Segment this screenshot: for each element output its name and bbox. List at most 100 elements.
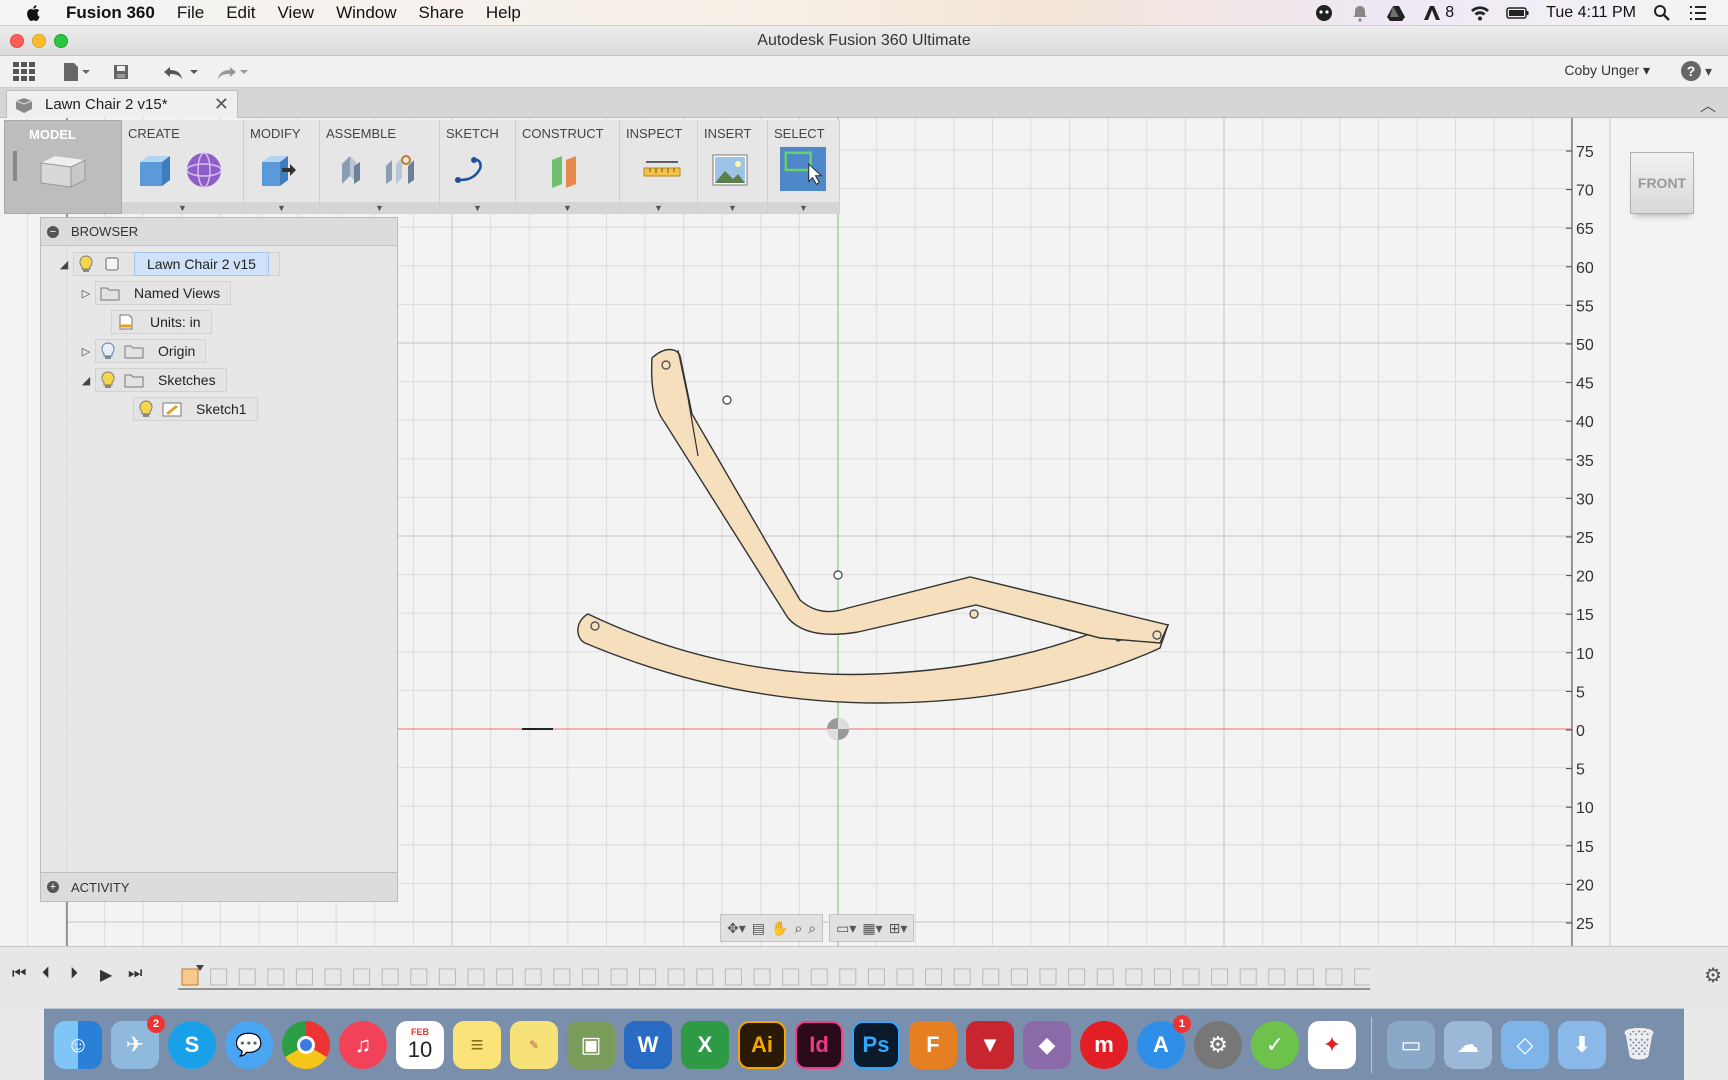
- tree-row-sketch1[interactable]: Sketch1: [133, 397, 258, 421]
- display-settings-icon[interactable]: ▭▾: [836, 920, 856, 937]
- tree-node-units[interactable]: Units: in: [111, 310, 212, 334]
- select-label[interactable]: SELECT: [772, 120, 835, 144]
- insert-label[interactable]: INSERT: [702, 120, 763, 144]
- timeline-feature-icon[interactable]: [410, 968, 428, 986]
- modify-label[interactable]: MODIFY: [248, 120, 315, 144]
- timeline-track[interactable]: [178, 965, 1370, 991]
- indesign-app-icon[interactable]: Id: [795, 1020, 843, 1069]
- view-cube[interactable]: FRONT: [1630, 152, 1694, 214]
- help-button[interactable]: ? ▾: [1681, 61, 1712, 81]
- timeline-feature-icon[interactable]: [696, 968, 714, 986]
- visibility-bulb-icon[interactable]: [100, 342, 116, 360]
- photoshop-app-icon[interactable]: Ps: [852, 1020, 900, 1069]
- menu-share[interactable]: Share: [419, 3, 464, 23]
- inspect-label[interactable]: INSPECT: [624, 120, 693, 144]
- makerbot-app-icon[interactable]: m: [1080, 1020, 1128, 1069]
- tree-row-root[interactable]: ◢ Lawn Chair 2 v15: [55, 252, 280, 276]
- evernote-icon[interactable]: [1314, 4, 1334, 22]
- word-app-icon[interactable]: W: [624, 1020, 672, 1069]
- timeline-feature-icon[interactable]: [1153, 968, 1171, 986]
- close-window-button[interactable]: [10, 34, 24, 48]
- acrobat-app-icon[interactable]: ✦: [1308, 1020, 1356, 1069]
- inspect-dropdown-icon[interactable]: ▼: [620, 202, 697, 214]
- timeline-feature-icon[interactable]: [1068, 968, 1086, 986]
- notification-bell-icon[interactable]: [1350, 4, 1370, 22]
- downloads-folder-icon[interactable]: ⬇: [1558, 1020, 1606, 1069]
- visibility-bulb-icon[interactable]: [78, 255, 94, 273]
- menu-help[interactable]: Help: [486, 3, 521, 23]
- construct-dropdown-icon[interactable]: ▼: [516, 202, 619, 214]
- expanded-triangle-icon[interactable]: ◢: [77, 374, 95, 387]
- app-store-icon[interactable]: A1: [1137, 1014, 1191, 1069]
- pivot-point[interactable]: [661, 360, 671, 370]
- timeline-feature-icon[interactable]: [467, 968, 485, 986]
- timeline-feature-icon[interactable]: [1182, 968, 1200, 986]
- trash-icon[interactable]: 🗑: [1615, 1021, 1663, 1069]
- tree-node-sketches[interactable]: Sketches: [95, 368, 227, 392]
- workspace-switcher[interactable]: MODEL: [4, 120, 122, 214]
- stickies-app-icon[interactable]: ✎: [510, 1020, 558, 1069]
- timeline-feature-icon[interactable]: [1325, 968, 1343, 986]
- select-window-icon[interactable]: [780, 146, 826, 192]
- construct-label[interactable]: CONSTRUCT: [520, 120, 615, 144]
- save-button[interactable]: [112, 58, 130, 86]
- timeline-feature-icon[interactable]: [524, 968, 542, 986]
- timeline-feature-icon[interactable]: [810, 968, 828, 986]
- viewports-icon[interactable]: ⊞▾: [889, 920, 908, 937]
- collapsed-triangle-icon[interactable]: ▷: [77, 345, 95, 358]
- timeline-feature-icon[interactable]: [1039, 968, 1057, 986]
- cloud-folder-icon[interactable]: ☁: [1444, 1020, 1492, 1069]
- timeline-settings-gear-icon[interactable]: ⚙: [1704, 963, 1722, 988]
- timeline-feature-icon[interactable]: [982, 968, 1000, 986]
- visibility-bulb-icon[interactable]: [100, 371, 116, 389]
- timeline-feature-icon[interactable]: [438, 968, 456, 986]
- timeline-feature-icon[interactable]: [896, 968, 914, 986]
- minimize-window-button[interactable]: [32, 34, 46, 48]
- sketch-curve-icon[interactable]: [452, 150, 492, 190]
- expanded-triangle-icon[interactable]: ◢: [55, 258, 73, 271]
- user-account-menu[interactable]: Coby Unger ▾: [1564, 62, 1650, 79]
- calendar-app-icon[interactable]: FEB 10: [396, 1020, 444, 1069]
- redo-button[interactable]: [210, 58, 250, 86]
- tree-node-named-views[interactable]: Named Views: [95, 281, 232, 305]
- messages-app-icon[interactable]: 💬: [225, 1020, 273, 1069]
- google-drive-icon[interactable]: [1386, 4, 1406, 22]
- create-label[interactable]: CREATE: [126, 120, 239, 144]
- press-pull-icon[interactable]: [256, 150, 296, 190]
- tree-node-origin[interactable]: Origin: [95, 339, 207, 363]
- battery-icon[interactable]: [1506, 4, 1530, 22]
- collapsed-triangle-icon[interactable]: ▷: [77, 287, 95, 300]
- timeline-feature-icon[interactable]: [1010, 968, 1028, 986]
- pivot-point[interactable]: [969, 609, 979, 619]
- sketch-app-icon[interactable]: ✓: [1251, 1020, 1299, 1069]
- timeline-feature-icon[interactable]: [753, 968, 771, 986]
- expand-plus-icon[interactable]: +: [47, 881, 59, 893]
- timeline-feature-icon[interactable]: [1211, 968, 1229, 986]
- notification-center-icon[interactable]: [1688, 4, 1708, 22]
- zoom-icon[interactable]: ⌕: [794, 920, 802, 937]
- timeline-feature-icon[interactable]: [1125, 968, 1143, 986]
- browser-header[interactable]: − BROWSER: [41, 218, 397, 246]
- timeline-feature-icon[interactable]: [839, 968, 857, 986]
- sketch-dropdown-icon[interactable]: ▼: [440, 202, 515, 214]
- timeline-feature-icon[interactable]: [639, 968, 657, 986]
- step-forward-icon[interactable]: ▶: [100, 965, 112, 985]
- autodesk-app-icon[interactable]: ▼: [966, 1020, 1014, 1069]
- look-at-icon[interactable]: ▤: [752, 920, 765, 937]
- grip-handle-icon[interactable]: [13, 151, 17, 181]
- timeline-feature-icon[interactable]: [1296, 968, 1314, 986]
- construction-point[interactable]: [833, 570, 843, 580]
- menu-view[interactable]: View: [278, 3, 315, 23]
- collapse-minus-icon[interactable]: −: [47, 225, 59, 238]
- offset-plane-icon[interactable]: [546, 150, 586, 190]
- tree-row-units[interactable]: Units: in: [111, 310, 212, 334]
- timeline-feature-icon[interactable]: [496, 968, 514, 986]
- timeline-feature-icon[interactable]: [324, 968, 342, 986]
- menu-file[interactable]: File: [177, 3, 204, 23]
- joint-icon[interactable]: [332, 150, 372, 190]
- go-to-end-icon[interactable]: ⏭: [128, 965, 142, 983]
- notes-app-icon[interactable]: ≡: [453, 1020, 501, 1069]
- adobe-cc-status[interactable]: 8: [1422, 4, 1454, 22]
- timeline-feature-icon[interactable]: [553, 968, 571, 986]
- mail-app-icon[interactable]: ✈ 2: [111, 1014, 165, 1069]
